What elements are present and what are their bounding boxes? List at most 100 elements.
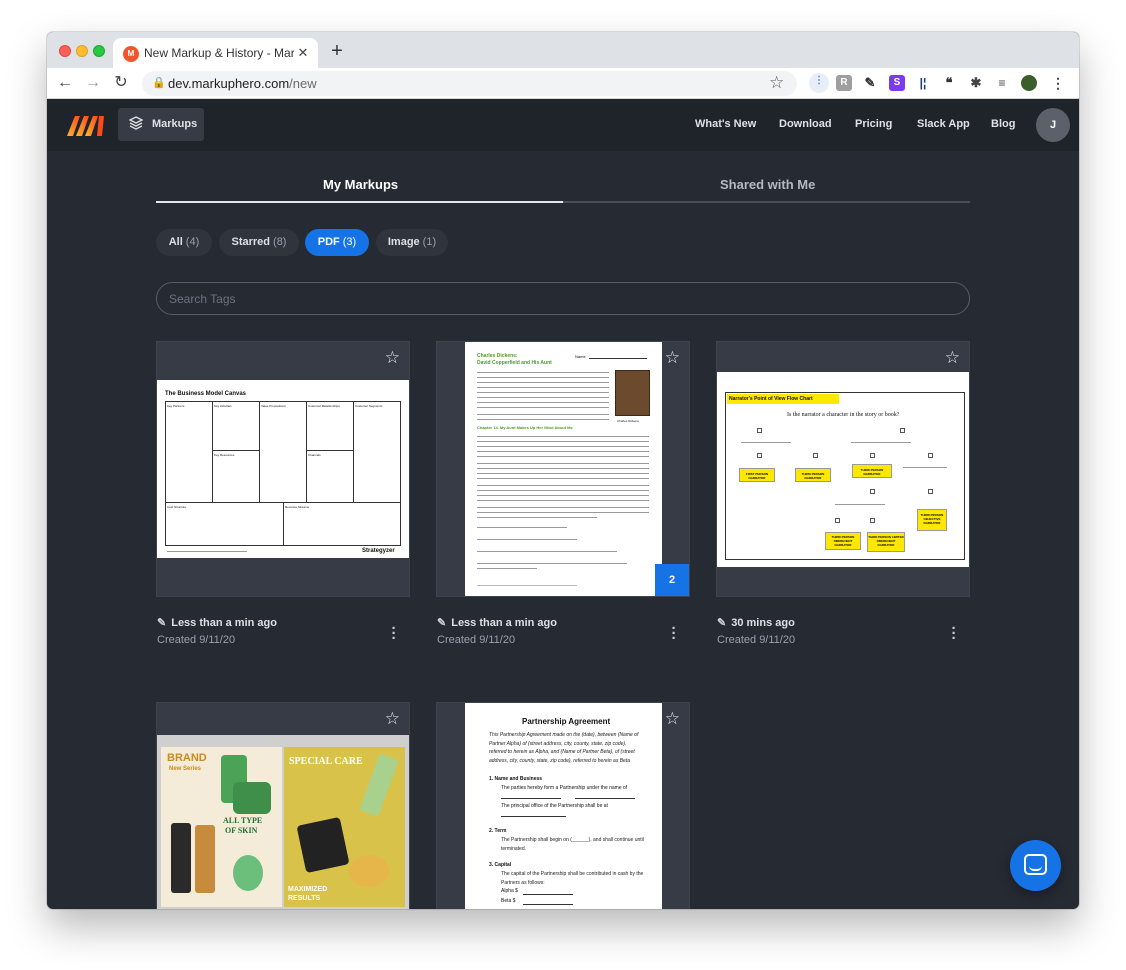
section-heading: 3. Capital <box>489 862 512 868</box>
flow-box: THIRD PERSON NARRATOR <box>852 464 892 478</box>
thumb-title: Narrator's Point of View Flow Chart <box>729 396 813 402</box>
nav-pricing[interactable]: Pricing <box>855 118 892 130</box>
markup-card[interactable]: ☆ Partnership Agreement This Partnership… <box>436 702 690 909</box>
cell-label: Customer Segments <box>355 404 383 408</box>
tab-my-markups[interactable]: My Markups <box>323 177 398 192</box>
star-icon[interactable]: ☆ <box>665 348 680 368</box>
extension-picker-icon[interactable]: ✎ <box>862 75 878 91</box>
text-line <box>477 512 649 513</box>
cell-label: Customer Relationships <box>308 404 340 408</box>
close-window-button[interactable] <box>59 45 71 57</box>
filter-starred-chip[interactable]: Starred (8) <box>219 229 299 256</box>
forward-icon[interactable]: → <box>83 73 103 93</box>
app-header: Markups What's New Download Pricing Slac… <box>47 99 1079 151</box>
browser-toolbar: ← → ↻ 🔒 dev.markuphero.com/new ☆ ⋮ R ✎ S… <box>47 68 1079 99</box>
extension-quote-icon[interactable]: ❝ <box>941 75 957 91</box>
product-jar <box>233 782 271 814</box>
card-created-date: Created 9/11/20 <box>437 634 516 646</box>
brand-of-skin: OF SKIN <box>225 826 258 835</box>
media-queue-icon[interactable]: ≡ <box>994 75 1010 91</box>
card-menu-icon[interactable]: · · · <box>668 621 680 646</box>
blank-line <box>501 816 566 817</box>
reload-icon[interactable]: ↻ <box>111 73 131 93</box>
browser-tab[interactable]: M New Markup & History - Marku ✕ <box>113 38 318 68</box>
pencil-icon: ✎ <box>717 617 727 629</box>
markup-card[interactable]: ☆ Charles Dickens: David Copperfield and… <box>436 341 690 646</box>
text-line <box>477 446 649 447</box>
text-line <box>477 382 609 383</box>
tab-shared-with-me[interactable]: Shared with Me <box>720 177 815 192</box>
card-edited: ✎ Less than a min ago <box>157 617 277 629</box>
new-tab-icon[interactable]: + <box>327 41 347 61</box>
minimize-window-button[interactable] <box>76 45 88 57</box>
markup-thumbnail: Partnership Agreement This Partnership A… <box>465 703 662 909</box>
markuphero-favicon-icon: M <box>123 46 139 62</box>
checkbox <box>757 453 762 458</box>
markuphero-logo[interactable] <box>65 112 105 138</box>
thumb-title: Charles Dickens: <box>477 353 518 359</box>
filter-all-chip[interactable]: All (4) <box>156 229 212 256</box>
bookmark-star-icon[interactable]: ☆ <box>769 73 784 93</box>
extension-s-icon[interactable]: S <box>889 75 905 91</box>
nav-blog[interactable]: Blog <box>991 118 1015 130</box>
markup-thumbnail: BRAND New Series ALL TYPE OF SKIN SPECIA… <box>157 735 409 909</box>
maximize-window-button[interactable] <box>93 45 105 57</box>
chat-bubble-icon <box>1024 854 1047 875</box>
dickens-portrait <box>615 370 650 416</box>
nav-whats-new[interactable]: What's New <box>695 118 756 130</box>
text-line <box>477 507 649 508</box>
search-tags-field[interactable] <box>156 282 970 315</box>
extension-tag-icon[interactable]: R <box>836 75 852 91</box>
text-line <box>477 392 609 393</box>
section-heading: 2. Term <box>489 828 507 834</box>
markups-button[interactable]: Markups <box>118 108 204 141</box>
text-line <box>903 467 947 468</box>
checkbox <box>870 489 875 494</box>
star-icon[interactable]: ☆ <box>665 709 680 729</box>
markup-thumbnail: Narrator's Point of View Flow Chart Is t… <box>717 372 969 567</box>
extension-grid-icon[interactable]: ⋮ <box>809 73 829 93</box>
markup-thumbnail: Charles Dickens: David Copperfield and H… <box>465 342 662 596</box>
thumb-subtitle: David Copperfield and His Aunt <box>477 360 552 366</box>
checkbox <box>813 453 818 458</box>
markup-card[interactable]: ☆ BRAND New Series ALL TYPE OF SKIN SPEC… <box>156 702 410 909</box>
card-menu-icon[interactable]: · · · <box>948 621 960 646</box>
cell-label: Value Propositions <box>261 404 286 408</box>
card-created-date: Created 9/11/20 <box>717 634 796 646</box>
profile-icon[interactable] <box>1021 75 1037 91</box>
markup-card[interactable]: ☆ The Business Model Canvas Key Partners… <box>156 341 410 646</box>
cell-label: Key Resources <box>214 453 235 457</box>
text-line <box>477 387 609 388</box>
text-line <box>477 500 649 501</box>
markup-card[interactable]: ☆ Narrator's Point of View Flow Chart Is… <box>716 341 970 646</box>
brand-all-type: ALL TYPE <box>223 816 263 825</box>
card-edited: ✎ Less than a min ago <box>437 617 557 629</box>
thumb-name-label: Name <box>575 354 586 359</box>
card-menu-icon[interactable]: · · · <box>388 621 400 646</box>
nav-download[interactable]: Download <box>779 118 832 130</box>
address-bar[interactable]: 🔒 dev.markuphero.com/new ☆ <box>142 71 797 96</box>
blank-line <box>575 798 635 799</box>
extension-bars-icon[interactable]: |¦ <box>915 75 931 91</box>
chat-launcher-button[interactable] <box>1010 840 1061 891</box>
browser-menu-icon[interactable]: ⋮ <box>1050 75 1066 91</box>
canvas-line <box>306 401 307 502</box>
star-icon[interactable]: ☆ <box>385 709 400 729</box>
search-tags-input[interactable] <box>169 289 949 309</box>
section-text: The Partnership shall begin on (______),… <box>501 837 644 852</box>
user-avatar[interactable]: J <box>1036 108 1070 142</box>
close-tab-icon[interactable]: ✕ <box>295 45 311 61</box>
canvas-line <box>212 450 259 451</box>
star-icon[interactable]: ☆ <box>945 348 960 368</box>
text-line <box>477 517 597 518</box>
text-line <box>477 485 649 486</box>
star-icon[interactable]: ☆ <box>385 348 400 368</box>
filter-pdf-chip[interactable]: PDF (3) <box>305 229 369 256</box>
extensions-puzzle-icon[interactable]: ✱ <box>968 75 984 91</box>
back-icon[interactable]: ← <box>55 73 75 93</box>
nav-slack-app[interactable]: Slack App <box>917 118 970 130</box>
filter-image-chip[interactable]: Image (1) <box>376 229 448 256</box>
active-tab-indicator <box>156 201 563 203</box>
agreement-intro: This Partnership Agreement made on the (… <box>489 732 639 764</box>
text-line <box>477 441 649 442</box>
